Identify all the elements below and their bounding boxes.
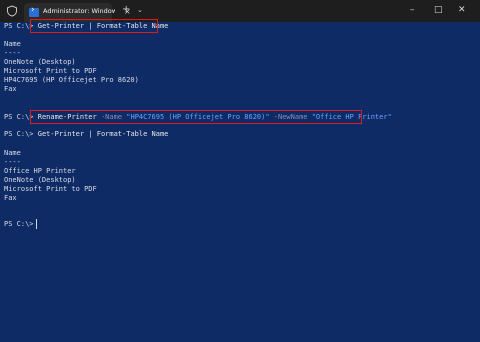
tab-powershell[interactable]: Administrator: Windows Pow × bbox=[24, 3, 131, 22]
output-header: Name bbox=[4, 40, 21, 48]
title-bar: Administrator: Windows Pow × + ⌄ – □ ✕ bbox=[0, 0, 480, 22]
output-header: Name bbox=[4, 149, 21, 157]
list-item: OneNote (Desktop) bbox=[4, 176, 76, 184]
new-tab-button[interactable]: + bbox=[122, 4, 130, 15]
command-line-3: PS C:\> Get-Printer | Format-Table Name bbox=[4, 130, 168, 139]
command-text: Get-Printer | Format-Table Name bbox=[37, 22, 169, 30]
command-line-4: PS C:\> bbox=[4, 220, 34, 229]
param-value: "HP4C7695 (HP Officejet Pro 8620)" bbox=[126, 113, 270, 121]
maximize-button[interactable]: □ bbox=[434, 5, 443, 15]
prompt: PS C:\> bbox=[4, 113, 34, 121]
shield-icon bbox=[7, 5, 17, 17]
param-name: -Name bbox=[100, 113, 123, 121]
list-item: OneNote (Desktop) bbox=[4, 58, 76, 66]
text-cursor bbox=[36, 219, 37, 229]
powershell-window: Administrator: Windows Pow × + ⌄ – □ ✕ P… bbox=[0, 0, 480, 342]
param-newname: -NewName bbox=[273, 113, 308, 121]
prompt: PS C:\> bbox=[4, 220, 34, 228]
chevron-down-icon[interactable]: ⌄ bbox=[137, 6, 143, 14]
output-separator: ---- bbox=[4, 49, 21, 57]
list-item: Microsoft Print to PDF bbox=[4, 185, 97, 193]
param-value: "Office HP Printer" bbox=[311, 113, 392, 121]
list-item: HP4C7695 (HP Officejet Pro 8620) bbox=[4, 76, 139, 84]
command-line-1: PS C:\> Get-Printer | Format-Table Name bbox=[4, 22, 168, 31]
prompt: PS C:\> bbox=[4, 130, 34, 138]
output-separator: ---- bbox=[4, 158, 21, 166]
powershell-icon bbox=[29, 5, 39, 17]
command-line-2: PS C:\> Rename-Printer -Name "HP4C7695 (… bbox=[4, 113, 392, 122]
close-button[interactable]: ✕ bbox=[458, 5, 466, 15]
command-verb: Rename-Printer bbox=[37, 113, 97, 121]
tab-title: Administrator: Windows Pow bbox=[43, 7, 115, 15]
prompt: PS C:\> bbox=[4, 22, 34, 30]
list-item: Microsoft Print to PDF bbox=[4, 67, 97, 75]
command-text: Get-Printer | Format-Table Name bbox=[37, 130, 169, 138]
list-item: Fax bbox=[4, 85, 17, 93]
list-item: Office HP Printer bbox=[4, 167, 76, 175]
list-item: Fax bbox=[4, 194, 17, 202]
minimize-button[interactable]: – bbox=[410, 5, 415, 15]
terminal-output[interactable]: PS C:\> Get-Printer | Format-Table Name … bbox=[0, 19, 480, 342]
